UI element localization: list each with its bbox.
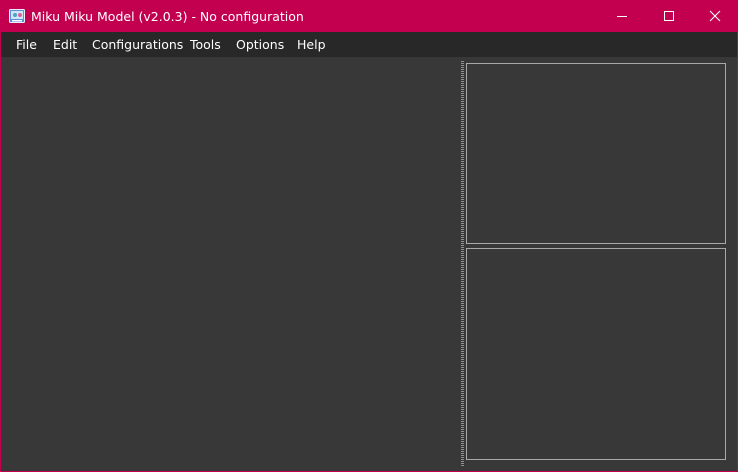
menu-tools[interactable]: Tools <box>183 32 228 57</box>
bottom-right-panel[interactable] <box>466 248 726 460</box>
menu-bar: File Edit Configurations Tools Options H… <box>1 32 737 57</box>
window-title: Miku Miku Model (v2.0.3) - No configurat… <box>31 9 304 24</box>
splitter-handle[interactable] <box>461 61 464 467</box>
menu-help[interactable]: Help <box>290 32 333 57</box>
menu-options[interactable]: Options <box>229 32 291 57</box>
menu-file[interactable]: File <box>9 32 44 57</box>
menu-configurations[interactable]: Configurations <box>85 32 190 57</box>
application-window: Miku Miku Model (v2.0.3) - No configurat… <box>0 0 738 472</box>
maximize-button[interactable] <box>646 1 692 32</box>
minimize-button[interactable] <box>599 1 645 32</box>
close-button[interactable] <box>692 1 737 32</box>
main-viewport[interactable] <box>1 57 461 471</box>
menu-edit[interactable]: Edit <box>46 32 84 57</box>
app-icon[interactable] <box>9 8 26 24</box>
close-icon <box>709 10 721 22</box>
minimize-icon <box>617 16 627 17</box>
title-bar[interactable]: Miku Miku Model (v2.0.3) - No configurat… <box>1 1 737 32</box>
maximize-icon <box>664 11 674 21</box>
top-right-panel[interactable] <box>466 63 726 244</box>
